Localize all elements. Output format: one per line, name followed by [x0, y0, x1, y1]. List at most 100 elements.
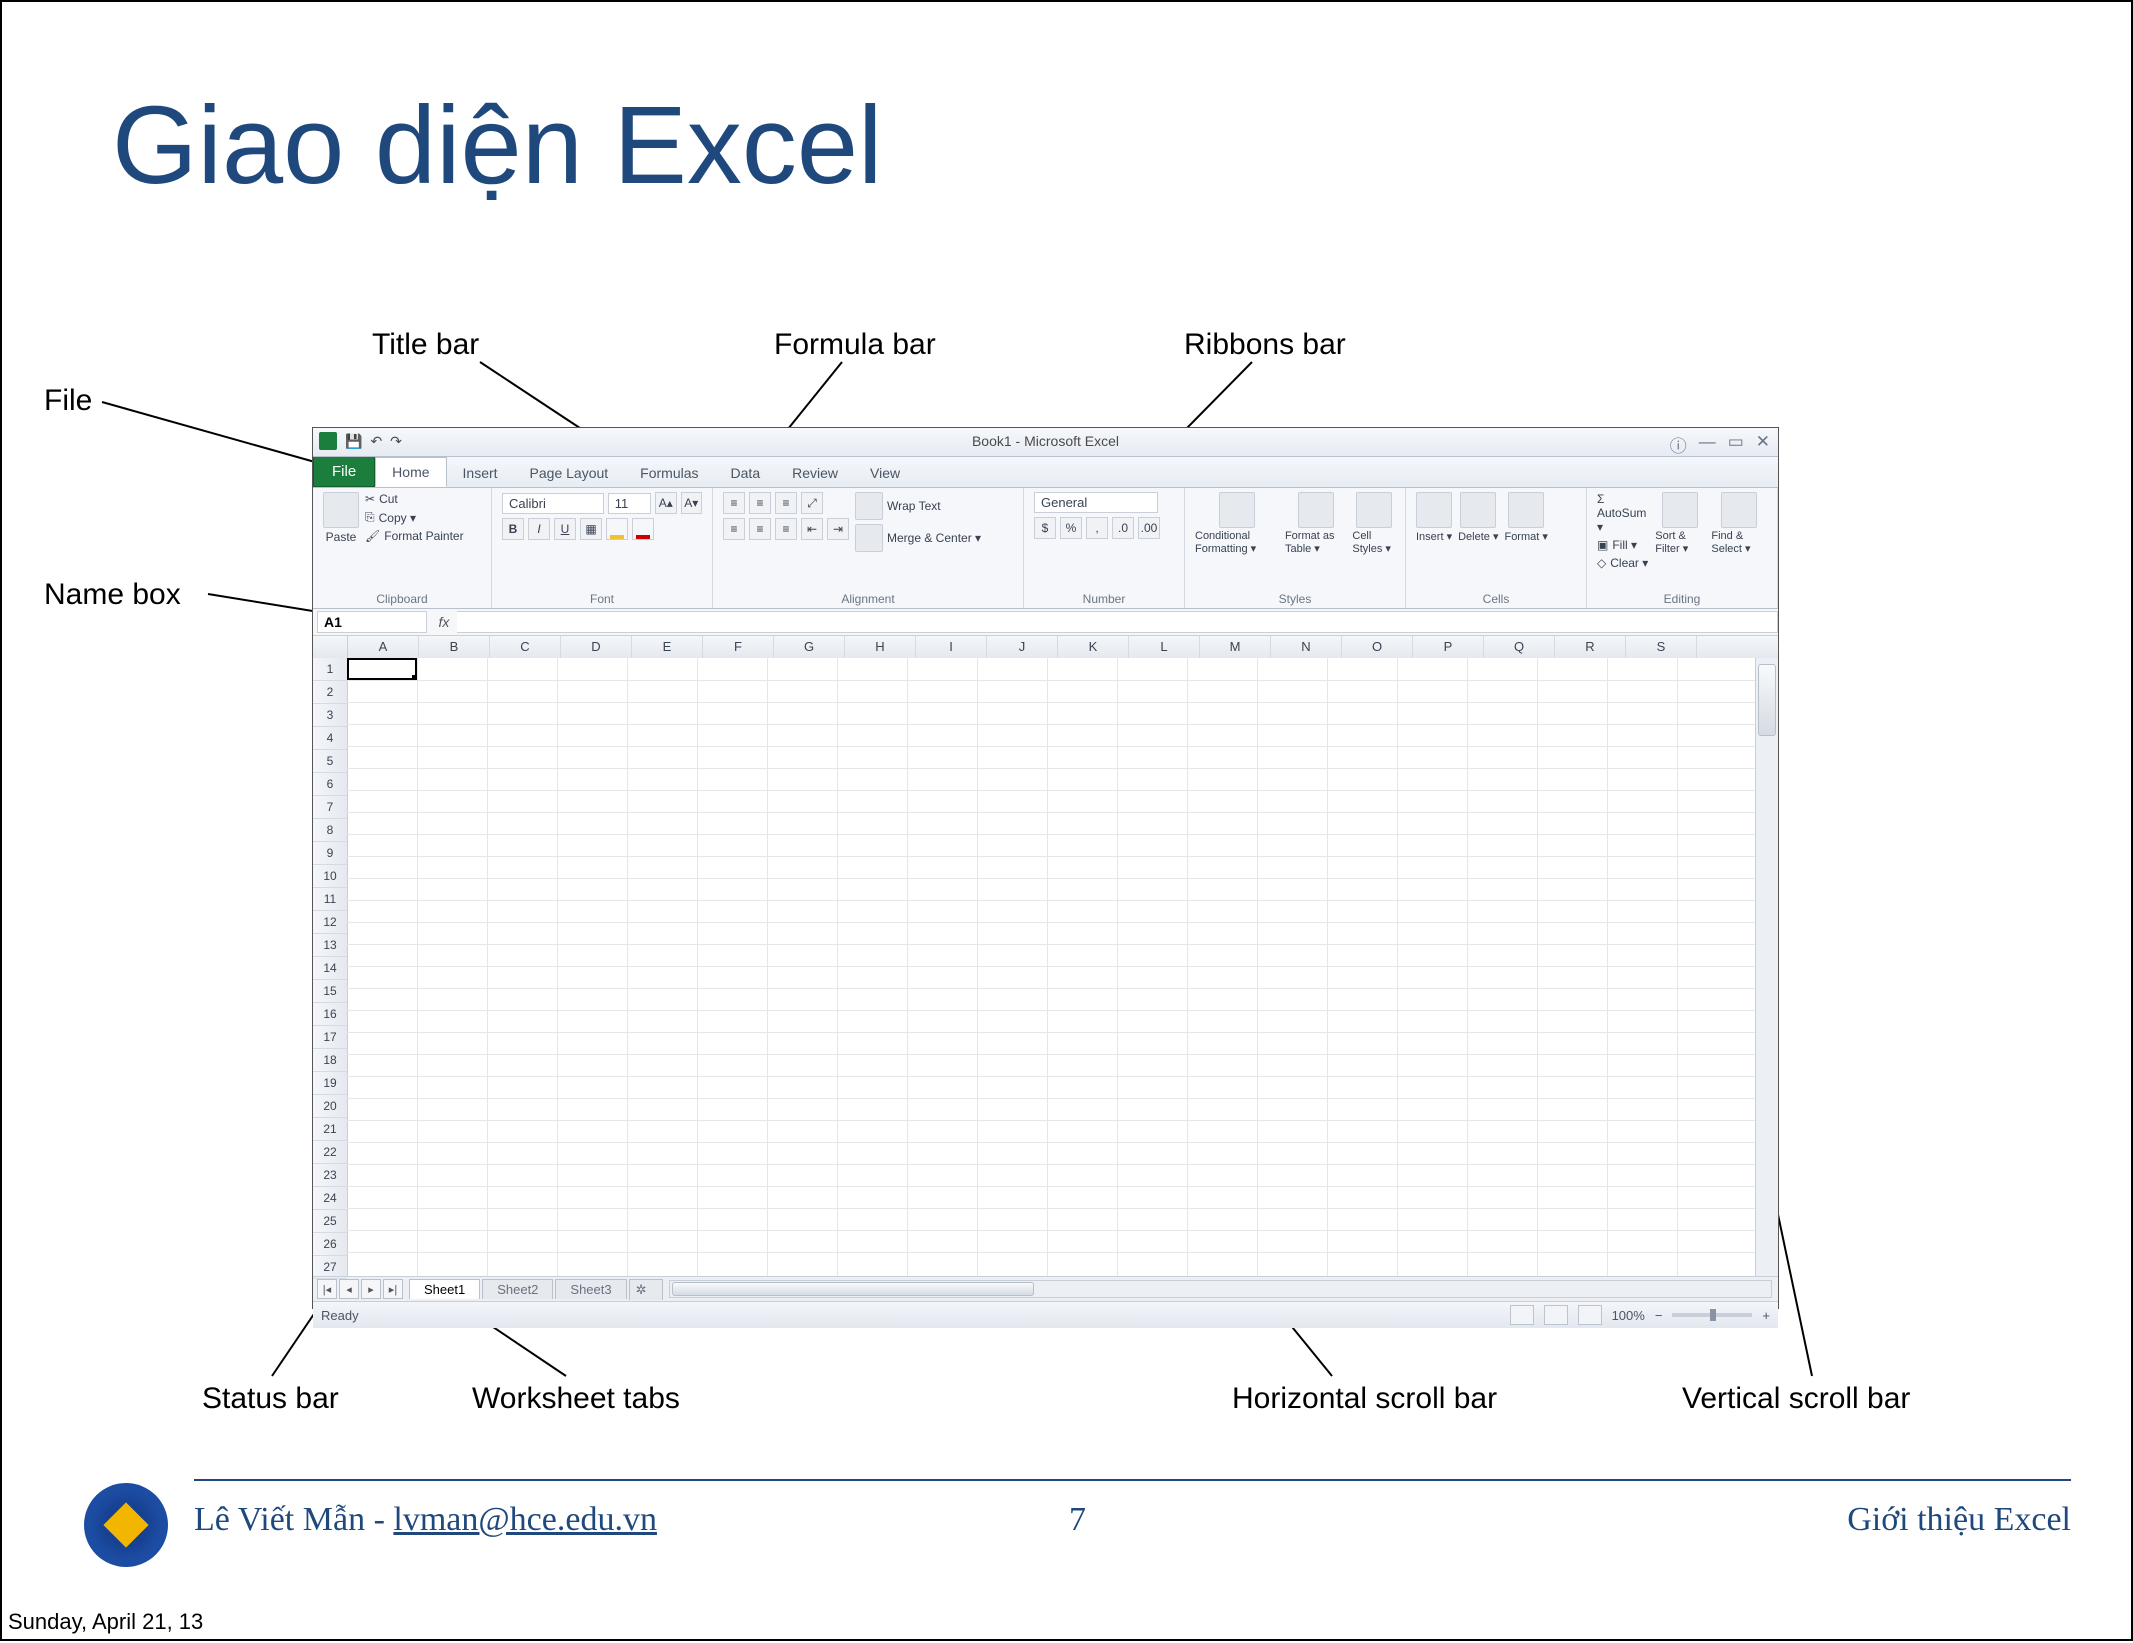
maximize-icon[interactable]: ▭ — [1728, 432, 1744, 457]
cell-styles-button[interactable]: Cell Styles ▾ — [1352, 492, 1395, 555]
col-J[interactable]: J — [987, 636, 1058, 658]
col-M[interactable]: M — [1200, 636, 1271, 658]
hscroll-thumb[interactable] — [672, 1282, 1034, 1296]
dec-decimal-button[interactable]: .00 — [1138, 517, 1160, 539]
paste-button[interactable]: Paste — [323, 492, 359, 544]
row-9[interactable]: 9 — [313, 842, 347, 865]
insert-cells-button[interactable]: Insert ▾ — [1416, 492, 1452, 543]
format-as-table-button[interactable]: Format as Table ▾ — [1285, 492, 1346, 555]
row-24[interactable]: 24 — [313, 1187, 347, 1210]
clear-button[interactable]: ◇Clear ▾ — [1597, 556, 1649, 570]
help-icon[interactable]: ⓘ — [1670, 432, 1687, 457]
font-size-combo[interactable]: 11 — [608, 493, 651, 514]
sheet-tab-1[interactable]: Sheet1 — [409, 1279, 480, 1299]
formula-input[interactable] — [457, 611, 1778, 633]
col-P[interactable]: P — [1413, 636, 1484, 658]
zoom-out-button[interactable]: − — [1655, 1308, 1663, 1323]
fx-label[interactable]: fx — [431, 614, 457, 630]
inc-decimal-button[interactable]: .0 — [1112, 517, 1134, 539]
comma-button[interactable]: , — [1086, 517, 1108, 539]
col-B[interactable]: B — [419, 636, 490, 658]
zoom-in-button[interactable]: + — [1762, 1308, 1770, 1323]
view-break-button[interactable] — [1578, 1305, 1602, 1325]
row-25[interactable]: 25 — [313, 1210, 347, 1233]
row-16[interactable]: 16 — [313, 1003, 347, 1026]
italic-button[interactable]: I — [528, 518, 550, 540]
fill-color-button[interactable] — [606, 518, 628, 540]
col-A[interactable]: A — [348, 636, 419, 658]
bold-button[interactable]: B — [502, 518, 524, 540]
row-20[interactable]: 20 — [313, 1095, 347, 1118]
align-bottom-button[interactable]: ≡ — [775, 492, 797, 514]
nav-first-button[interactable]: |◂ — [317, 1279, 337, 1299]
format-painter-button[interactable]: 🖌Format Painter — [365, 529, 464, 543]
row-8[interactable]: 8 — [313, 819, 347, 842]
grow-font-button[interactable]: A▴ — [655, 492, 677, 514]
font-color-button[interactable] — [632, 518, 654, 540]
row-12[interactable]: 12 — [313, 911, 347, 934]
find-select-button[interactable]: Find & Select ▾ — [1711, 492, 1767, 555]
copy-button[interactable]: ⎘Copy ▾ — [365, 510, 464, 525]
active-cell[interactable] — [347, 658, 417, 680]
row-11[interactable]: 11 — [313, 888, 347, 911]
row-13[interactable]: 13 — [313, 934, 347, 957]
vertical-scrollbar[interactable] — [1755, 658, 1778, 1276]
number-format-combo[interactable]: General — [1034, 492, 1158, 513]
tab-formulas[interactable]: Formulas — [624, 459, 714, 487]
row-10[interactable]: 10 — [313, 865, 347, 888]
delete-cells-button[interactable]: Delete ▾ — [1458, 492, 1498, 543]
col-N[interactable]: N — [1271, 636, 1342, 658]
select-all-corner[interactable] — [313, 636, 348, 658]
zoom-slider[interactable] — [1672, 1313, 1752, 1317]
col-H[interactable]: H — [845, 636, 916, 658]
align-center-button[interactable]: ≡ — [749, 518, 771, 540]
col-G[interactable]: G — [774, 636, 845, 658]
col-S[interactable]: S — [1626, 636, 1697, 658]
horizontal-scrollbar[interactable] — [669, 1280, 1772, 1298]
col-O[interactable]: O — [1342, 636, 1413, 658]
row-5[interactable]: 5 — [313, 750, 347, 773]
align-right-button[interactable]: ≡ — [775, 518, 797, 540]
row-19[interactable]: 19 — [313, 1072, 347, 1095]
row-18[interactable]: 18 — [313, 1049, 347, 1072]
col-I[interactable]: I — [916, 636, 987, 658]
row-4[interactable]: 4 — [313, 727, 347, 750]
col-F[interactable]: F — [703, 636, 774, 658]
undo-icon[interactable]: ↶ — [370, 433, 382, 450]
font-name-combo[interactable]: Calibri — [502, 493, 604, 514]
tab-home[interactable]: Home — [375, 457, 446, 487]
view-layout-button[interactable] — [1544, 1305, 1568, 1325]
shrink-font-button[interactable]: A▾ — [681, 492, 703, 514]
save-icon[interactable]: 💾 — [345, 433, 362, 450]
nav-next-button[interactable]: ▸ — [361, 1279, 381, 1299]
fill-button[interactable]: ▣Fill ▾ — [1597, 538, 1649, 552]
tab-insert[interactable]: Insert — [447, 459, 514, 487]
row-2[interactable]: 2 — [313, 681, 347, 704]
indent-inc-button[interactable]: ⇥ — [827, 518, 849, 540]
view-normal-button[interactable] — [1510, 1305, 1534, 1325]
cell-grid[interactable] — [347, 658, 1756, 1276]
col-E[interactable]: E — [632, 636, 703, 658]
tab-page-layout[interactable]: Page Layout — [514, 459, 625, 487]
new-sheet-button[interactable]: ✲ — [629, 1279, 663, 1300]
wrap-text-button[interactable]: Wrap Text — [855, 492, 981, 520]
tab-data[interactable]: Data — [715, 459, 777, 487]
align-left-button[interactable]: ≡ — [723, 518, 745, 540]
vscroll-thumb[interactable] — [1758, 664, 1776, 736]
col-R[interactable]: R — [1555, 636, 1626, 658]
conditional-formatting-button[interactable]: Conditional Formatting ▾ — [1195, 492, 1279, 555]
col-Q[interactable]: Q — [1484, 636, 1555, 658]
col-L[interactable]: L — [1129, 636, 1200, 658]
row-17[interactable]: 17 — [313, 1026, 347, 1049]
row-26[interactable]: 26 — [313, 1233, 347, 1256]
underline-button[interactable]: U — [554, 518, 576, 540]
col-K[interactable]: K — [1058, 636, 1129, 658]
sheet-tab-3[interactable]: Sheet3 — [555, 1279, 626, 1299]
percent-button[interactable]: % — [1060, 517, 1082, 539]
row-3[interactable]: 3 — [313, 704, 347, 727]
border-button[interactable]: ▦ — [580, 518, 602, 540]
align-top-button[interactable]: ≡ — [723, 492, 745, 514]
nav-last-button[interactable]: ▸| — [383, 1279, 403, 1299]
nav-prev-button[interactable]: ◂ — [339, 1279, 359, 1299]
tab-view[interactable]: View — [854, 459, 916, 487]
